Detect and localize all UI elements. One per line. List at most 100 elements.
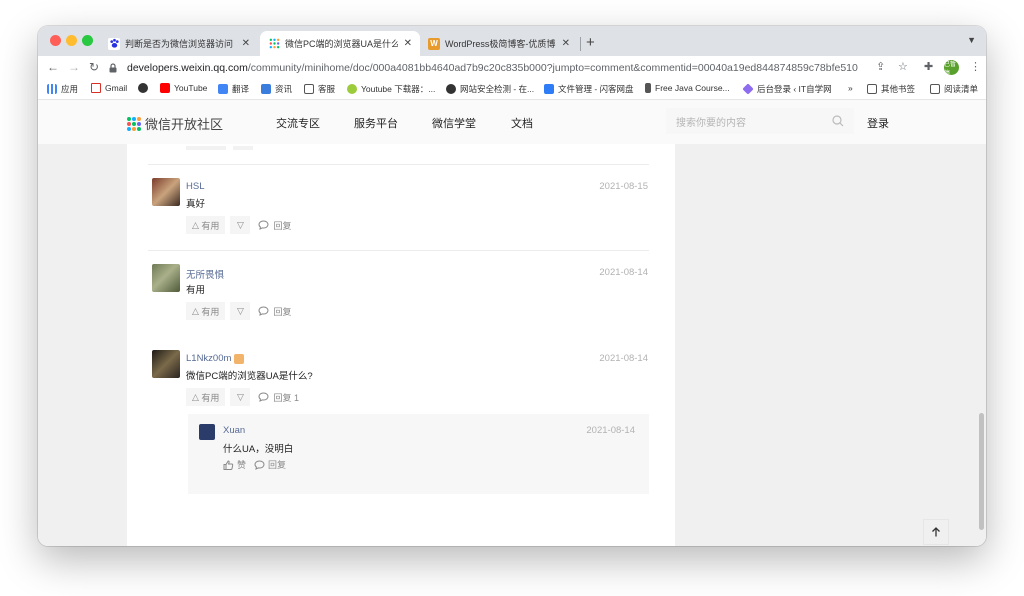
back-to-top-button[interactable] (923, 519, 949, 545)
zoom-window-button[interactable] (82, 35, 93, 46)
bookmark-youtube-downloader[interactable]: Youtube 下载器：... (347, 83, 435, 95)
triangle-up-icon: △ (192, 391, 202, 402)
gmail-icon (91, 83, 101, 93)
useful-button[interactable]: △ 有用 (186, 388, 226, 406)
bookmark-java-course[interactable]: Free Java Course... (645, 83, 730, 93)
bookmark-support[interactable]: 客服 (304, 83, 335, 95)
profile-avatar[interactable]: 已暂停 (944, 60, 959, 77)
url-path: /community/minihome/doc/000a4081bb4640ad… (247, 62, 858, 74)
reply-button[interactable]: 回复 (258, 219, 291, 232)
logo-text: 微信开放社区 (145, 117, 224, 132)
reply-text: 什么UA，没明白 (223, 444, 294, 455)
bookmark-gmail[interactable]: Gmail (91, 83, 127, 93)
previous-action-stub (186, 146, 226, 150)
useful-button[interactable]: △ 有用 (186, 216, 226, 234)
bookmark-github[interactable] (138, 83, 152, 93)
reply-button[interactable]: 回复 (258, 305, 291, 318)
tab-title: 判断是否为微信浏览器访问 mp.v (125, 39, 236, 49)
site-logo[interactable]: 微信开放社区 (127, 114, 223, 133)
login-link[interactable]: 登录 (867, 115, 889, 131)
more-menu-icon[interactable]: ⋮ (970, 60, 981, 73)
comment-divider (148, 250, 649, 251)
bookmark-news[interactable]: 资讯 (261, 83, 292, 95)
tab-3[interactable]: W WordPress极简博客-优质博客 ✕ (420, 31, 578, 56)
comment-author[interactable]: HSL (186, 181, 204, 192)
not-useful-button[interactable]: ▽ (230, 388, 251, 406)
comment-author[interactable]: 无所畏惧 (186, 267, 224, 281)
avatar[interactable] (152, 264, 180, 292)
tab-close-icon[interactable]: ✕ (404, 38, 412, 49)
tab-title: WordPress极简博客-优质博客 (445, 39, 556, 49)
bookmark-youtube[interactable]: YouTube (160, 83, 207, 93)
tab-title: 微信PC端的浏览器UA是什么? | 微 (285, 39, 398, 49)
forward-icon[interactable]: → (68, 60, 80, 74)
comment-item: 无所畏惧 2021-08-14 有用 △ 有用 ▽ 回复 (127, 264, 675, 334)
comment-actions: △ 有用 ▽ 回复 1 (186, 388, 299, 406)
url-host: developers.weixin.qq.com (127, 62, 248, 74)
reload-icon[interactable]: ↻ (89, 60, 99, 74)
avatar[interactable] (199, 424, 215, 440)
comment-item: HSL 2021-08-15 真好 △ 有用 ▽ 回复 (127, 178, 675, 248)
bookmark-admin-login[interactable]: 后台登录 ‹ IT自学网 (742, 83, 832, 95)
lightning-icon (544, 84, 554, 94)
not-useful-button[interactable]: ▽ (230, 302, 251, 320)
back-icon[interactable]: ← (47, 60, 59, 74)
wordpress-blog-icon: W (428, 37, 440, 50)
new-tab-button[interactable]: + (586, 34, 595, 51)
tab-close-icon[interactable]: ✕ (242, 38, 250, 49)
comment-item: L1Nkz00m 2021-08-14 微信PC端的浏览器UA是什么? △ 有用… (127, 350, 675, 510)
comment-author[interactable]: L1Nkz00m (186, 353, 245, 364)
bookmark-reading-list[interactable]: 阅读清单 (930, 83, 978, 95)
github-icon (138, 83, 148, 93)
like-button[interactable]: 赞 (223, 458, 246, 471)
bookmark-apps[interactable]: 应用 (47, 83, 78, 95)
reply-author[interactable]: Xuan (223, 425, 245, 436)
comment-date: 2021-08-15 (599, 181, 648, 192)
minimize-window-button[interactable] (66, 35, 77, 46)
bookmarks-overflow[interactable]: » (848, 83, 853, 93)
bookmark-star-icon[interactable]: ☆ (898, 60, 908, 73)
bookmark-translate[interactable]: 翻译 (218, 83, 249, 95)
comment-actions: △ 有用 ▽ 回复 (186, 216, 291, 234)
tab-search-icon[interactable]: ▼ (967, 35, 976, 45)
nav-academy[interactable]: 微信学堂 (432, 115, 476, 131)
address-bar[interactable]: developers.weixin.qq.com/community/minih… (108, 58, 918, 78)
bookmark-label: 网站安全检测 - 在... (460, 84, 535, 94)
author-name: HSL (186, 181, 205, 192)
tab-close-icon[interactable]: ✕ (562, 38, 570, 49)
thumbs-up-icon (223, 459, 234, 470)
weixin-community-icon (268, 38, 280, 50)
share-icon[interactable]: ⇪ (876, 60, 885, 73)
reply-button[interactable]: 回复 (254, 458, 286, 471)
nav-docs[interactable]: 文档 (511, 115, 533, 131)
bookmark-label: 资讯 (275, 84, 293, 94)
nested-reply: Xuan 2021-08-14 什么UA，没明白 赞 回复 (188, 414, 649, 494)
not-useful-button[interactable]: ▽ (230, 216, 251, 234)
search-input[interactable]: 搜索你要的内容 (666, 108, 854, 134)
triangle-up-icon: △ (192, 305, 202, 316)
avatar[interactable] (152, 350, 180, 378)
comment-text: 有用 (186, 285, 206, 296)
reply-label: 回复 (273, 220, 292, 231)
nav-services[interactable]: 服务平台 (354, 115, 398, 131)
search-icon[interactable] (832, 115, 844, 127)
news-icon (261, 84, 271, 94)
page-scrollbar[interactable] (979, 413, 984, 530)
bookmark-label: Youtube 下载器：... (361, 84, 436, 94)
reply-button[interactable]: 回复 1 (258, 391, 299, 404)
reply-label: 回复 1 (273, 392, 299, 403)
close-window-button[interactable] (50, 35, 61, 46)
bookmark-file-manager[interactable]: 文件管理 - 闪客网盘 (544, 83, 634, 95)
bookmark-security-check[interactable]: 网站安全检测 - 在... (446, 83, 534, 95)
useful-label: 有用 (201, 306, 220, 317)
bookmark-other[interactable]: 其他书签 (867, 83, 915, 95)
avatar[interactable] (152, 178, 180, 206)
triangle-down-icon: ▽ (236, 219, 244, 230)
tab-2[interactable]: 微信PC端的浏览器UA是什么? | 微 ✕ (260, 31, 420, 56)
tab-1[interactable]: 判断是否为微信浏览器访问 mp.v ✕ (100, 31, 258, 56)
useful-button[interactable]: △ 有用 (186, 302, 226, 320)
nav-community[interactable]: 交流专区 (276, 115, 320, 131)
folder-icon (867, 84, 877, 94)
extensions-puzzle-icon[interactable]: ✚ (924, 60, 933, 73)
youtube-icon (160, 83, 170, 93)
